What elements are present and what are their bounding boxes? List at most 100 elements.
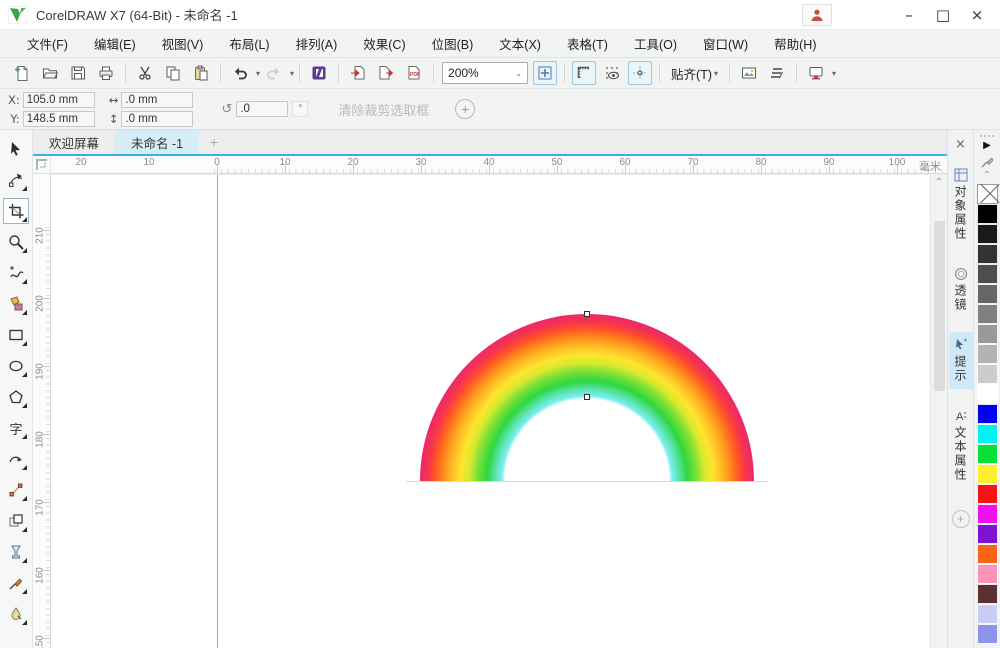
curve-node-handle[interactable] [584,394,590,400]
new-document-tab-button[interactable]: + [199,130,229,154]
color-eyedropper-tool[interactable] [3,570,29,596]
curve-node-handle[interactable] [584,311,590,317]
color-swatch-orange[interactable] [977,544,998,564]
new-document-button[interactable] [10,61,34,85]
color-swatch-80-black[interactable] [977,244,998,264]
open-document-button[interactable] [38,61,62,85]
scrollbar-thumb[interactable] [934,221,945,391]
chevron-down-icon[interactable]: ▾ [832,69,836,78]
color-swatch-40-black[interactable] [977,324,998,344]
fill-tool[interactable] [3,601,29,627]
transparency-tool[interactable] [3,539,29,565]
x-position-field[interactable]: 105.0 mm [23,92,95,108]
docker-tab-object-properties[interactable]: 对象属性 [949,162,973,247]
show-rulers-button[interactable] [572,61,596,85]
options-button[interactable] [737,61,761,85]
print-button[interactable] [94,61,118,85]
horizontal-ruler[interactable]: 20100102030405060708090100毫米 [51,156,947,174]
color-swatch-50-black[interactable] [977,304,998,324]
import-button[interactable] [346,61,370,85]
color-swatch-red[interactable] [977,484,998,504]
color-swatch-60-black[interactable] [977,284,998,304]
zoom-tool[interactable] [3,229,29,255]
menu-item-tools[interactable]: 工具(O) [621,29,690,58]
undo-button[interactable] [228,61,252,85]
freehand-tool[interactable] [3,260,29,286]
menu-item-effects[interactable]: 效果(C) [350,29,418,58]
crop-tool[interactable] [3,198,29,224]
text-tool[interactable]: 字 [3,415,29,441]
menu-item-file[interactable]: 文件(F) [14,29,81,58]
vertical-ruler[interactable]: 210200190180170160150 [33,174,51,648]
docker-tab-lens[interactable]: 透镜 [949,261,973,318]
color-swatch-cyan[interactable] [977,424,998,444]
docker-tab-text-properties[interactable]: A文本属性 [949,403,973,488]
rectangle-tool[interactable] [3,322,29,348]
object-height-field[interactable]: .0 mm [121,111,193,127]
color-swatch-none[interactable] [977,184,998,204]
snap-to-button[interactable]: 贴齐(T)▾ [665,61,724,85]
chevron-down-icon[interactable]: ⌄ [515,69,522,78]
rainbow-object[interactable] [420,314,754,481]
vertical-scrollbar[interactable]: ⌃ [930,174,947,648]
color-swatch-yellow[interactable] [977,464,998,484]
menu-item-table[interactable]: 表格(T) [554,29,621,58]
color-swatch-purple[interactable] [977,524,998,544]
application-launcher-button[interactable] [804,61,828,85]
ruler-origin-icon[interactable] [33,156,51,174]
docker-close-icon[interactable]: × [951,134,971,154]
scroll-up-icon[interactable]: ⌃ [931,174,947,191]
palette-flyout-icon[interactable]: ▶ [983,140,991,154]
document-tab-welcome[interactable]: 欢迎屏幕 [33,130,115,154]
docker-tab-hints[interactable]: 提示 [949,332,973,389]
drawing-canvas[interactable] [51,174,930,648]
color-swatch-periwinkle[interactable] [977,624,998,644]
copy-button[interactable] [161,61,185,85]
export-button[interactable] [374,61,398,85]
color-swatch-dark-brown[interactable] [977,584,998,604]
dimension-tool[interactable] [3,477,29,503]
cut-button[interactable] [133,61,157,85]
palette-scroll-up-icon[interactable]: ⌃ [983,170,991,184]
blend-tool[interactable] [3,508,29,534]
color-swatch-pink[interactable] [977,564,998,584]
property-bar-add-button[interactable]: + [455,99,475,119]
zoom-to-page-button[interactable] [533,61,557,85]
show-grid-button[interactable] [600,61,624,85]
palette-grip[interactable] [980,132,994,140]
pick-tool[interactable] [3,136,29,162]
show-guidelines-button[interactable] [628,61,652,85]
color-swatch-white[interactable] [977,384,998,404]
polygon-tool[interactable] [3,384,29,410]
color-swatch-90-black[interactable] [977,224,998,244]
palette-eyedropper-icon[interactable] [981,154,993,170]
close-button[interactable]: × [960,3,994,27]
text-formatting-button[interactable] [765,61,789,85]
color-swatch-20-black[interactable] [977,364,998,384]
paste-button[interactable] [189,61,213,85]
document-tab-untitled-1[interactable]: 未命名 -1 [115,130,199,154]
color-swatch-green[interactable] [977,444,998,464]
minimize-button[interactable]: – [892,3,926,27]
chevron-down-icon[interactable]: ▾ [256,69,260,78]
color-swatch-70-black[interactable] [977,264,998,284]
object-width-field[interactable]: .0 mm [121,92,193,108]
menu-item-text[interactable]: 文本(X) [486,29,554,58]
menu-item-help[interactable]: 帮助(H) [761,29,829,58]
menu-item-window[interactable]: 窗口(W) [690,29,761,58]
color-swatch-black[interactable] [977,204,998,224]
maximize-button[interactable]: □ [926,3,960,27]
account-sign-in-icon[interactable] [802,4,832,26]
color-swatch-lavender[interactable] [977,604,998,624]
menu-item-edit[interactable]: 编辑(E) [81,29,149,58]
color-swatch-30-black[interactable] [977,344,998,364]
connector-tool[interactable] [3,446,29,472]
docker-add-button[interactable]: + [952,510,970,528]
menu-item-layout[interactable]: 布局(L) [216,29,282,58]
menu-item-bitmaps[interactable]: 位图(B) [419,29,487,58]
save-document-button[interactable] [66,61,90,85]
menu-item-arrange[interactable]: 排列(A) [283,29,351,58]
color-swatch-blue[interactable] [977,404,998,424]
y-position-field[interactable]: 148.5 mm [23,111,95,127]
rotation-angle-field[interactable]: .0 [236,101,288,117]
